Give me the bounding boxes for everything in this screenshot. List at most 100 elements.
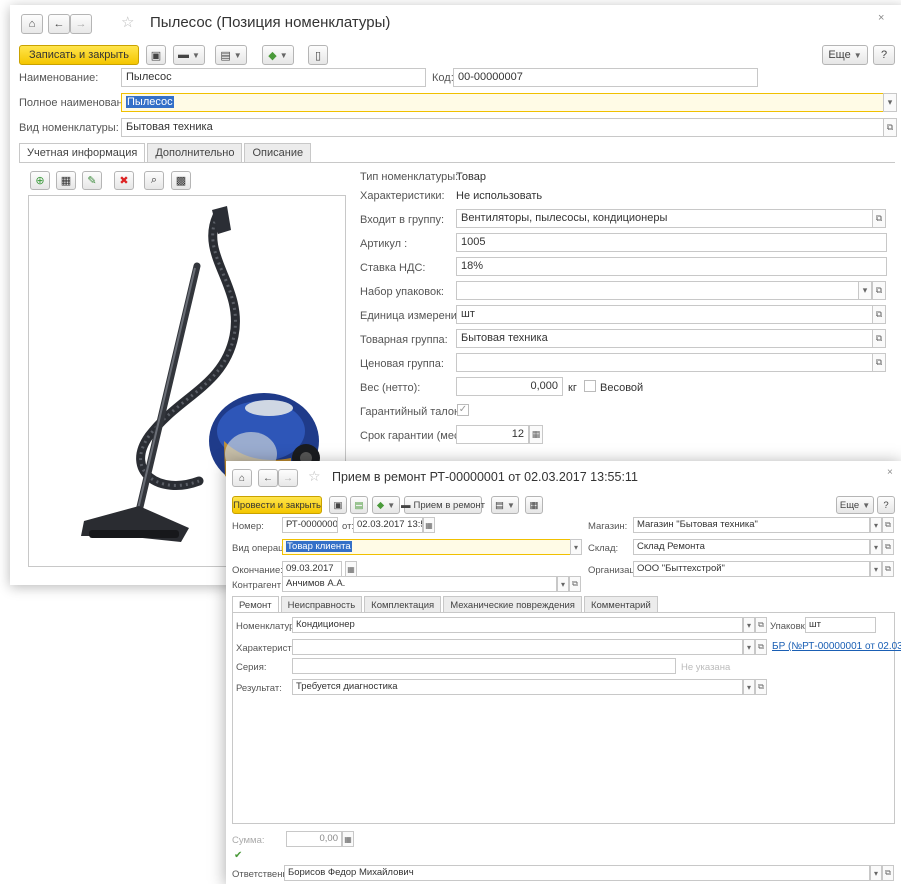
resp-open-button[interactable]: ⧉ <box>882 865 894 881</box>
delete-image-button[interactable]: ✖ <box>114 171 134 190</box>
full-name-dropdown-button[interactable]: ▾ <box>883 93 897 112</box>
store-input[interactable]: Магазин "Бытовая техника" <box>633 517 870 533</box>
repair-window: ⌂ ← → ☆ Прием в ремонт РТ-00000001 от 02… <box>226 461 901 884</box>
nom-input[interactable]: Кондиционер <box>292 617 743 633</box>
home-button[interactable]: ⌂ <box>21 14 43 34</box>
vat-input[interactable]: 18% <box>456 257 887 276</box>
number-input[interactable]: РТ-00000001 <box>282 517 338 533</box>
resp-dropdown-button[interactable]: ▾ <box>870 865 882 881</box>
char-dropdown-button[interactable]: ▾ <box>743 639 755 655</box>
table-icon: ▦ <box>529 499 539 511</box>
org-dropdown-button[interactable]: ▾ <box>870 561 882 577</box>
add-image-button[interactable]: ⊕ <box>30 171 50 190</box>
forward-button[interactable]: → <box>70 14 92 34</box>
code-input[interactable]: 00-00000007 <box>453 68 758 87</box>
char-open-button[interactable]: ⧉ <box>755 639 767 655</box>
tab-additional[interactable]: Дополнительно <box>147 143 243 163</box>
warranty-term-input[interactable]: 12 <box>456 425 529 444</box>
tab-description[interactable]: Описание <box>244 143 312 163</box>
structure-button[interactable]: ▯ <box>308 45 328 65</box>
store-dropdown-button[interactable]: ▾ <box>870 517 882 533</box>
view-image-button[interactable]: ⌕ <box>144 171 164 190</box>
full-name-input[interactable]: Пылесос <box>121 93 884 112</box>
sum-input[interactable]: 0,00 <box>286 831 342 847</box>
edit-image-button[interactable]: ✎ <box>82 171 102 190</box>
result-open-button[interactable]: ⧉ <box>755 679 767 695</box>
create-based-button[interactable]: ◆ ▼ <box>262 45 294 65</box>
warehouse-input[interactable]: Склад Ремонта <box>633 539 870 555</box>
resp-input[interactable]: Борисов Федор Михайлович <box>284 865 870 881</box>
goods-group-input[interactable]: Бытовая техника <box>456 329 873 348</box>
reports-button[interactable]: ▤ ▼ <box>491 496 519 514</box>
from-input[interactable]: 02.03.2017 13:55:11 <box>353 517 423 533</box>
more-button[interactable]: Еще ▼ <box>822 45 868 65</box>
store-open-button[interactable]: ⧉ <box>882 517 894 533</box>
counterparty-dropdown-button[interactable]: ▾ <box>557 576 569 592</box>
org-open-button[interactable]: ⧉ <box>882 561 894 577</box>
star-icon[interactable]: ☆ <box>121 13 134 31</box>
pack-dropdown-button[interactable]: ▾ <box>858 281 872 300</box>
close-icon[interactable]: × <box>887 467 893 478</box>
sum-calc-button[interactable]: ▦ <box>342 831 354 847</box>
unit-input[interactable]: шт <box>456 305 873 324</box>
post-close-button[interactable]: Провести и закрыть <box>232 496 322 514</box>
save-button[interactable]: ▣ <box>146 45 166 65</box>
create-based-button[interactable]: ◆ ▼ <box>372 496 400 514</box>
structure-button[interactable]: ▦ <box>525 496 543 514</box>
warehouse-dropdown-button[interactable]: ▾ <box>870 539 882 555</box>
org-input[interactable]: ООО "Быттехстрой" <box>633 561 870 577</box>
back-button[interactable]: ← <box>258 469 278 487</box>
select-image-button[interactable]: ▦ <box>56 171 76 190</box>
weight-input[interactable]: 0,000 <box>456 377 563 396</box>
char-input[interactable] <box>292 639 743 655</box>
home-button[interactable]: ⌂ <box>232 469 252 487</box>
close-icon[interactable]: × <box>878 12 884 24</box>
help-button[interactable]: ? <box>873 45 895 65</box>
weight-checkbox[interactable] <box>584 380 596 392</box>
serial-input[interactable] <box>292 658 676 674</box>
group-input[interactable]: Вентиляторы, пылесосы, кондиционеры <box>456 209 873 228</box>
price-group-input[interactable] <box>456 353 873 372</box>
tab-accounting[interactable]: Учетная информация <box>19 143 146 163</box>
name-input[interactable]: Пылесос <box>121 68 426 87</box>
counterparty-open-button[interactable]: ⧉ <box>569 576 581 592</box>
save-button[interactable]: ▣ <box>329 496 347 514</box>
price-group-open-button[interactable]: ⧉ <box>872 353 886 372</box>
reports-button[interactable]: ▤ ▼ <box>215 45 247 65</box>
window-title: Пылесос (Позиция номенклатуры) <box>150 14 391 31</box>
help-button[interactable]: ? <box>877 496 895 514</box>
kind-open-button[interactable]: ⧉ <box>883 118 897 137</box>
kind-input[interactable]: Бытовая техника <box>121 118 884 137</box>
unit-open-button[interactable]: ⧉ <box>872 305 886 324</box>
weight-flag-label: Весовой <box>600 382 644 394</box>
post-button[interactable]: ▤ <box>350 496 368 514</box>
end-calendar-button[interactable]: ▦ <box>345 561 357 577</box>
images-list-button[interactable]: ▩ <box>171 171 191 190</box>
forward-button[interactable]: → <box>278 469 298 487</box>
star-icon[interactable]: ☆ <box>308 468 321 485</box>
print-button[interactable]: ▬ ▼ <box>173 45 205 65</box>
repair-doc-link[interactable]: БР (№РТ-00000001 от 02.03.2017) <box>772 641 901 652</box>
end-input[interactable]: 09.03.2017 <box>282 561 342 577</box>
counterparty-input[interactable]: Анчимов А.А. <box>282 576 557 592</box>
from-calendar-button[interactable]: ▦ <box>423 517 435 533</box>
pack-input[interactable]: шт <box>805 617 876 633</box>
warranty-term-calc-button[interactable]: ▦ <box>529 425 543 444</box>
accept-repair-button[interactable]: ▬ Прием в ремонт <box>401 496 485 514</box>
warehouse-open-button[interactable]: ⧉ <box>882 539 894 555</box>
goods-group-open-button[interactable]: ⧉ <box>872 329 886 348</box>
more-button[interactable]: Еще ▼ <box>836 496 874 514</box>
op-dropdown-button[interactable]: ▾ <box>570 539 582 555</box>
back-button[interactable]: ← <box>48 14 70 34</box>
article-input[interactable]: 1005 <box>456 233 887 252</box>
result-input[interactable]: Требуется диагностика <box>292 679 743 695</box>
save-close-button[interactable]: Записать и закрыть <box>19 45 139 65</box>
warranty-checkbox[interactable]: ✓ <box>457 404 469 416</box>
op-input[interactable]: Товар клиента <box>282 539 582 555</box>
group-open-button[interactable]: ⧉ <box>872 209 886 228</box>
result-dropdown-button[interactable]: ▾ <box>743 679 755 695</box>
nom-dropdown-button[interactable]: ▾ <box>743 617 755 633</box>
pack-open-button[interactable]: ⧉ <box>872 281 886 300</box>
nom-open-button[interactable]: ⧉ <box>755 617 767 633</box>
pack-input[interactable] <box>456 281 859 300</box>
